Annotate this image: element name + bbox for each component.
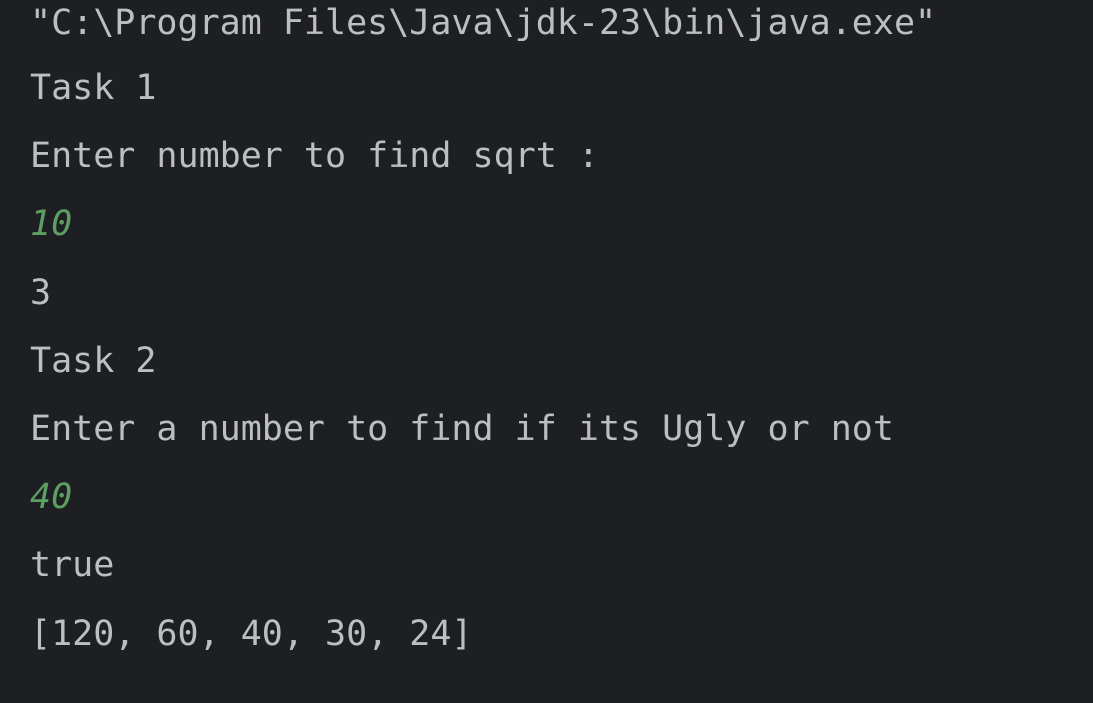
output-line-task-2: Task 2 bbox=[30, 340, 157, 381]
run-console-output[interactable]: "C:\Program Files\Java\jdk-23\bin\java.e… bbox=[0, 0, 1093, 703]
output-line-sqrt-result: 3 bbox=[30, 272, 52, 313]
output-line-sqrt-prompt: Enter number to find sqrt : bbox=[30, 136, 599, 177]
user-input-line-sqrt: 10 bbox=[30, 204, 73, 245]
output-line-task-1: Task 1 bbox=[30, 68, 157, 108]
output-line-ugly-prompt: Enter a number to find if its Ugly or no… bbox=[30, 408, 894, 449]
output-line-array-result: [120, 60, 40, 30, 24] bbox=[30, 613, 473, 654]
output-line-ugly-result: true bbox=[30, 545, 115, 586]
command-line: "C:\Program Files\Java\jdk-23\bin\java.e… bbox=[30, 3, 937, 43]
user-input-line-ugly: 40 bbox=[30, 477, 73, 518]
